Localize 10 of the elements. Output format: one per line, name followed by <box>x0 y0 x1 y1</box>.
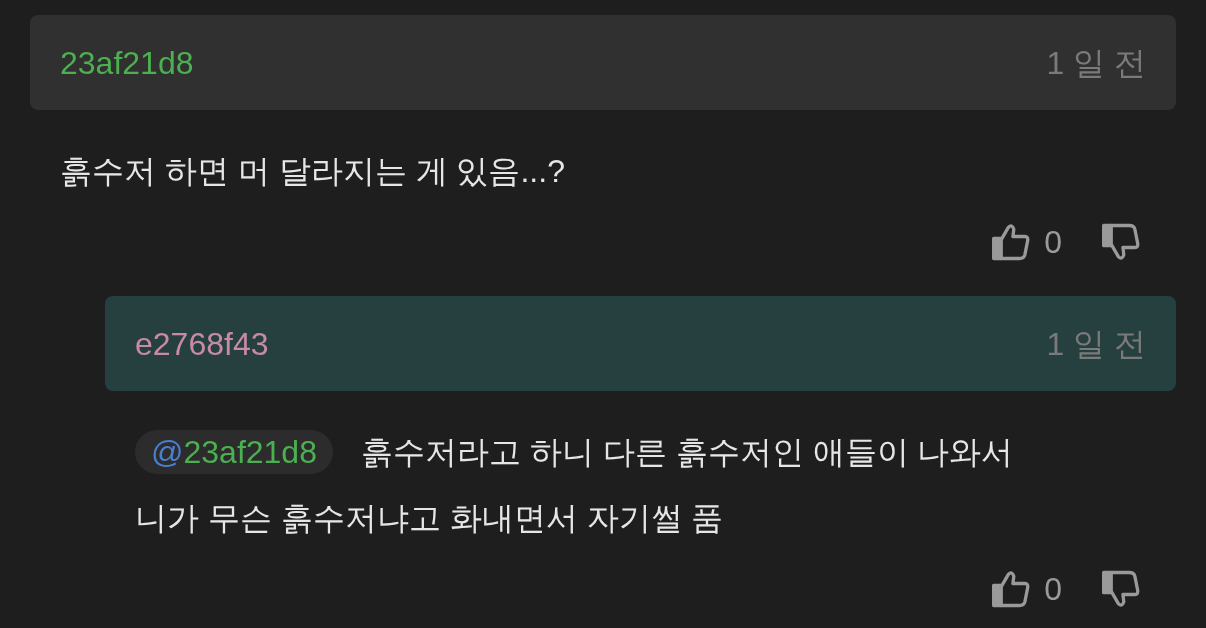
like-count: 0 <box>1044 570 1062 609</box>
comment-text: 흙수저라고 하니 다른 흙수저인 애들이 나와서 <box>360 434 1014 470</box>
comment-text: 니가 무슨 흙수저냐고 화내면서 자기썰 품 <box>135 500 724 536</box>
comment-text: 흙수저 하면 머 달라지는 게 있음...? <box>60 153 565 189</box>
mention-link[interactable]: @23af21d8 <box>135 430 333 474</box>
timestamp: 1 일 전 <box>1046 324 1146 364</box>
timestamp: 1 일 전 <box>1046 43 1146 83</box>
author-name[interactable]: 23af21d8 <box>60 38 194 87</box>
like-count: 0 <box>1044 223 1062 262</box>
author-name[interactable]: e2768f43 <box>135 319 269 368</box>
